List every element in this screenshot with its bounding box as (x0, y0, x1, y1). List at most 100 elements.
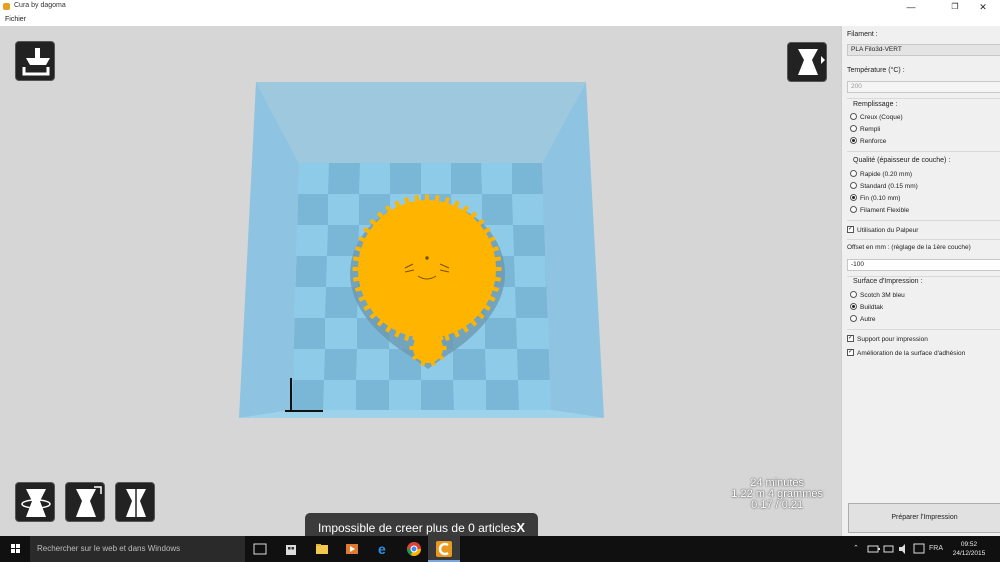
support-check[interactable]: ✓ (847, 334, 854, 342)
close-button[interactable]: ✕ (966, 0, 1000, 14)
infill-option-reinforced[interactable]: Renforce (850, 136, 887, 147)
mirror-icon (126, 486, 146, 520)
load-model-icon (22, 48, 50, 76)
quality-option-standard[interactable]: Standard (0.15 mm) (850, 181, 918, 192)
offset-label: Offset en mm : (réglage de la 1ère couch… (847, 244, 971, 251)
settings-panel: Filament : PLA Filo3d-VERT Température (… (841, 26, 1000, 536)
radio-infill-2[interactable] (850, 136, 857, 144)
mirror-button[interactable] (115, 482, 155, 522)
clock-date: 24/12/2015 (952, 550, 986, 557)
task-view-icon[interactable] (252, 541, 268, 557)
toast-message: Impossible de creer plus de 0 articles (318, 521, 517, 535)
filament-select[interactable]: PLA Filo3d-VERT (847, 44, 1000, 56)
chrome-icon[interactable] (406, 541, 422, 557)
divider (847, 239, 1000, 240)
support-label: Support pour impression (857, 336, 928, 343)
start-button[interactable] (0, 536, 30, 562)
svg-text:e: e (378, 541, 386, 557)
file-explorer-icon[interactable] (314, 541, 330, 557)
adhesion-label: Amélioration de la surface d'adhésion (857, 350, 966, 357)
option-label: Fin (0.10 mm) (860, 195, 901, 202)
media-player-icon[interactable] (344, 541, 360, 557)
surface-option-buildtak[interactable]: Buildtak (850, 302, 884, 313)
option-label: Renforce (860, 138, 887, 145)
radio-surface-1[interactable] (850, 302, 857, 310)
divider (847, 98, 1000, 99)
language-indicator[interactable]: FRA (929, 536, 943, 562)
tray-chevron-icon[interactable]: ⌃ (853, 536, 859, 562)
quality-title: Qualité (épaisseur de couche) : (853, 157, 951, 164)
toast-close-button[interactable]: X (516, 513, 525, 536)
app-icon (3, 3, 10, 10)
divider (847, 276, 1000, 277)
option-label: Filament Flexible (860, 207, 910, 214)
cura-taskbar-button[interactable] (428, 536, 460, 562)
radio-quality-1[interactable] (850, 181, 857, 189)
notification-toast: Impossible de creer plus de 0 articles X (305, 513, 538, 536)
sensor-check[interactable]: ✓ (847, 225, 854, 233)
3d-viewport[interactable]: 24 minutes 1.22 m 4 grammes 0.17 / 0.21 … (0, 26, 841, 536)
scale-button[interactable] (65, 482, 105, 522)
radio-surface-2[interactable] (850, 314, 857, 322)
radio-quality-2[interactable] (850, 193, 857, 201)
infill-option-filled[interactable]: Rempli (850, 124, 881, 135)
option-label: Buildtak (860, 304, 884, 311)
title-bar: Cura by dagoma — ❐ ✕ (0, 0, 1000, 14)
print-stats: 24 minutes 1.22 m 4 grammes 0.17 / 0.21 (731, 478, 823, 511)
sensor-label: Utilisation du Palpeur (857, 227, 919, 234)
temperature-label: Température (°C) : (847, 67, 905, 74)
surface-option-other[interactable]: Autre (850, 314, 876, 325)
option-label: Rapide (0.20 mm) (860, 171, 913, 178)
taskbar: Rechercher sur le web et dans Windows e … (0, 536, 1000, 562)
quality-option-fast[interactable]: Rapide (0.20 mm) (850, 169, 913, 180)
radio-surface-0[interactable] (850, 290, 857, 298)
view-mode-button[interactable] (787, 42, 827, 82)
offset-input[interactable]: -100 (847, 259, 1000, 271)
taskbar-search[interactable]: Rechercher sur le web et dans Windows (30, 536, 245, 562)
surface-option-scotch[interactable]: Scotch 3M bleu (850, 290, 905, 301)
volume-icon[interactable] (897, 542, 913, 558)
menu-bar: Fichier (0, 14, 1000, 26)
infill-title: Remplissage : (853, 101, 898, 108)
store-icon[interactable] (283, 541, 299, 557)
minimize-button[interactable]: — (894, 0, 928, 14)
clock-time: 09:52 (960, 541, 978, 548)
adhesion-checkbox[interactable]: ✓ Amélioration de la surface d'adhésion (847, 348, 966, 359)
edge-browser-icon[interactable]: e (376, 541, 392, 557)
build-volume (239, 82, 604, 418)
option-label: Rempli (860, 126, 881, 133)
sensor-checkbox[interactable]: ✓ Utilisation du Palpeur (847, 225, 919, 236)
divider (847, 220, 1000, 221)
temperature-field[interactable]: 200 (847, 81, 1000, 93)
menu-file[interactable]: Fichier (5, 16, 26, 23)
option-label: Autre (860, 316, 876, 323)
window-title: Cura by dagoma (14, 2, 66, 9)
radio-infill-0[interactable] (850, 112, 857, 120)
battery-icon[interactable] (867, 542, 883, 558)
divider (847, 329, 1000, 330)
quality-option-flexible[interactable]: Filament Flexible (850, 205, 910, 216)
radio-quality-3[interactable] (850, 205, 857, 213)
clock[interactable]: 09:52 24/12/2015 (947, 540, 991, 558)
infill-option-hollow[interactable]: Creux (Coque) (850, 112, 903, 123)
radio-infill-1[interactable] (850, 124, 857, 132)
view-mode-icon (798, 49, 825, 75)
load-model-button[interactable] (15, 41, 55, 81)
filament-label: Filament : (847, 31, 878, 38)
support-checkbox[interactable]: ✓ Support pour impression (847, 334, 928, 345)
surface-title: Surface d'Impression : (853, 278, 923, 285)
cura-app-icon (436, 541, 452, 557)
rotate-icon (21, 489, 51, 517)
rotate-button[interactable] (15, 482, 55, 522)
network-icon[interactable] (882, 542, 898, 558)
windows-icon (11, 544, 20, 553)
prepare-print-button[interactable]: Préparer l'Impression (848, 503, 1000, 533)
layer-ratio: 0.17 / 0.21 (751, 499, 804, 511)
option-label: Scotch 3M bleu (860, 292, 905, 299)
scale-icon (76, 486, 102, 517)
quality-option-fine[interactable]: Fin (0.10 mm) (850, 193, 901, 204)
adhesion-check[interactable]: ✓ (847, 348, 854, 356)
option-label: Standard (0.15 mm) (860, 183, 918, 190)
radio-quality-0[interactable] (850, 169, 857, 177)
notifications-icon[interactable] (912, 542, 928, 558)
